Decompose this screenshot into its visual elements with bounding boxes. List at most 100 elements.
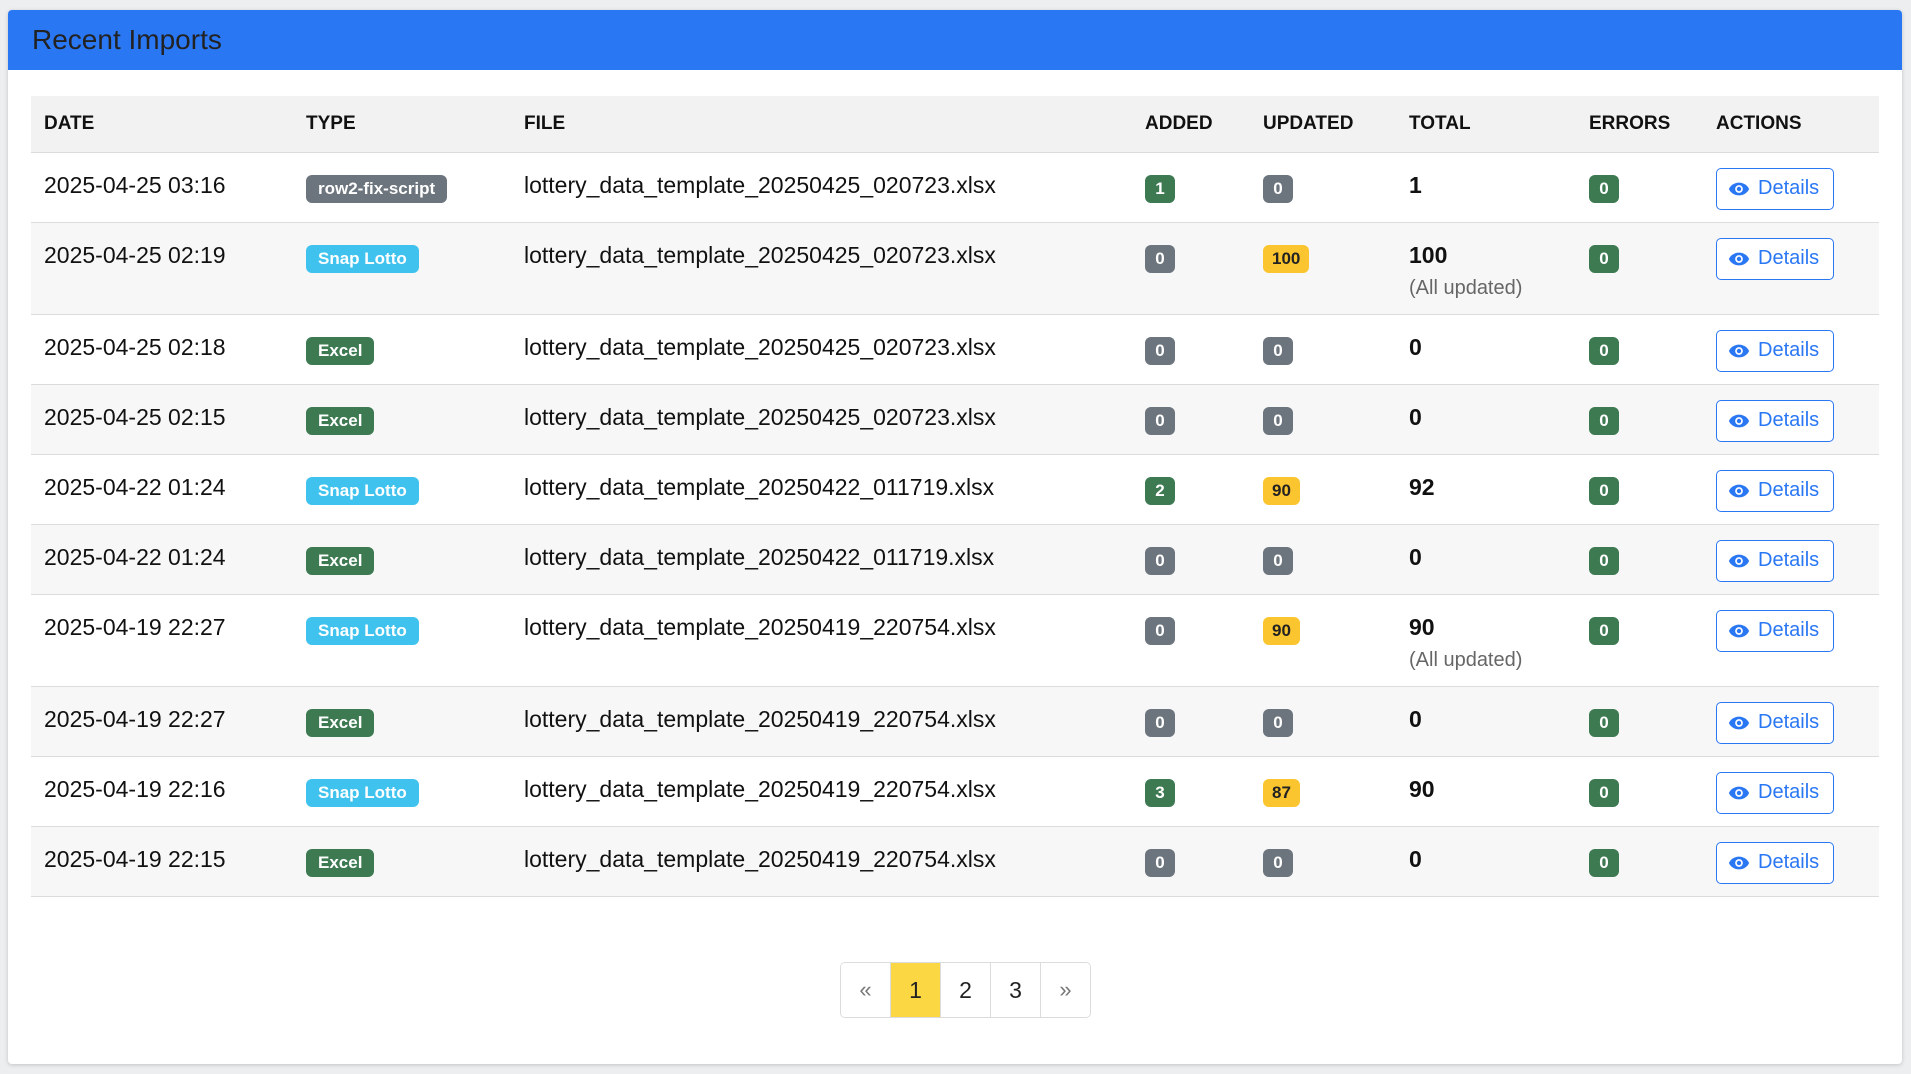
date-cell: 2025-04-19 22:27 (31, 686, 293, 757)
total-note: (All updated) (1409, 276, 1523, 299)
errors-badge: 0 (1589, 848, 1619, 877)
errors-badge: 0 (1589, 778, 1619, 807)
added-cell: 0 (1132, 524, 1250, 595)
updated-cell: 87 (1250, 756, 1396, 827)
file-name: lottery_data_template_20250419_220754.xl… (524, 775, 996, 802)
table-row: 2025-04-19 22:15 Excel lottery_data_templa… (31, 826, 1879, 897)
date-text: 2025-04-25 02:19 (44, 241, 226, 268)
updated-cell: 0 (1250, 686, 1396, 757)
actions-cell: Details (1703, 454, 1879, 525)
details-button[interactable]: Details (1716, 841, 1834, 884)
pagination-page-2[interactable]: 2 (940, 963, 990, 1017)
actions-cell: Details (1703, 222, 1879, 315)
total-cell: 90 (All updated) (1396, 594, 1576, 687)
total-value: 0 (1409, 333, 1422, 360)
eye-icon (1728, 413, 1750, 429)
file-name: lottery_data_template_20250425_020723.xl… (524, 241, 996, 268)
updated-badge: 0 (1263, 406, 1293, 435)
details-button[interactable]: Details (1716, 469, 1834, 512)
errors-cell: 0 (1576, 594, 1703, 687)
file-name: lottery_data_template_20250422_011719.xl… (524, 473, 995, 500)
details-label: Details (1758, 851, 1820, 873)
pagination-page-1[interactable]: 1 (890, 963, 940, 1017)
pagination-next[interactable]: » (1040, 963, 1090, 1017)
total-cell: 0 (1396, 826, 1576, 897)
details-label: Details (1758, 409, 1820, 431)
added-badge: 0 (1145, 244, 1175, 273)
date-cell: 2025-04-25 03:16 (31, 152, 293, 223)
updated-badge: 0 (1263, 174, 1293, 203)
imports-table-wrapper: DATE TYPE FILE ADDED UPDATED TOTAL ERROR… (31, 96, 1879, 897)
added-badge: 2 (1145, 476, 1175, 505)
file-name: lottery_data_template_20250419_220754.xl… (524, 705, 996, 732)
details-label: Details (1758, 177, 1820, 199)
date-cell: 2025-04-19 22:15 (31, 826, 293, 897)
details-button[interactable]: Details (1716, 609, 1834, 652)
errors-badge: 0 (1589, 406, 1619, 435)
file-name: lottery_data_template_20250419_220754.xl… (524, 845, 996, 872)
file-cell: lottery_data_template_20250419_220754.xl… (511, 686, 1132, 757)
errors-cell: 0 (1576, 826, 1703, 897)
added-cell: 2 (1132, 454, 1250, 525)
card-title: Recent Imports (32, 24, 222, 55)
pagination-page-3[interactable]: 3 (990, 963, 1040, 1017)
type-badge: row2-fix-script (306, 174, 448, 203)
pagination-prev[interactable]: « (841, 963, 890, 1017)
table-row: 2025-04-22 01:24 Excel lottery_data_templa… (31, 524, 1879, 595)
actions-cell: Details (1703, 314, 1879, 385)
date-text: 2025-04-19 22:27 (44, 705, 226, 732)
details-button[interactable]: Details (1716, 329, 1834, 372)
table-row: 2025-04-19 22:27 Excel lottery_data_templa… (31, 686, 1879, 757)
date-text: 2025-04-22 01:24 (44, 473, 226, 500)
table-header-row: DATE TYPE FILE ADDED UPDATED TOTAL ERROR… (31, 96, 1879, 153)
date-text: 2025-04-19 22:15 (44, 845, 226, 872)
total-note: (All updated) (1409, 648, 1523, 671)
updated-badge: 0 (1263, 708, 1293, 737)
details-label: Details (1758, 711, 1820, 733)
total-value: 0 (1409, 543, 1422, 570)
eye-icon (1728, 483, 1750, 499)
table-row: 2025-04-22 01:24 Snap Lotto lottery_data_t… (31, 454, 1879, 525)
date-cell: 2025-04-25 02:18 (31, 314, 293, 385)
details-button[interactable]: Details (1716, 539, 1834, 582)
details-button[interactable]: Details (1716, 771, 1834, 814)
updated-badge: 87 (1263, 778, 1300, 807)
total-value: 90 (1409, 613, 1435, 640)
type-badge: Excel (306, 708, 375, 737)
imports-table: DATE TYPE FILE ADDED UPDATED TOTAL ERROR… (31, 96, 1879, 897)
column-header-total: TOTAL (1396, 96, 1576, 153)
errors-badge: 0 (1589, 174, 1619, 203)
details-button[interactable]: Details (1716, 237, 1834, 280)
date-text: 2025-04-25 02:18 (44, 333, 226, 360)
file-cell: lottery_data_template_20250422_011719.xl… (511, 454, 1132, 525)
added-cell: 0 (1132, 594, 1250, 687)
total-value: 100 (1409, 241, 1448, 268)
added-badge: 0 (1145, 546, 1175, 575)
errors-badge: 0 (1589, 336, 1619, 365)
total-cell: 92 (1396, 454, 1576, 525)
column-header-file: FILE (511, 96, 1132, 153)
type-cell: Excel (293, 314, 511, 385)
table-row: 2025-04-25 02:19 Snap Lotto lottery_data_t… (31, 222, 1879, 315)
eye-icon (1728, 785, 1750, 801)
added-badge: 0 (1145, 708, 1175, 737)
table-row: 2025-04-19 22:27 Snap Lotto lottery_data_t… (31, 594, 1879, 687)
details-button[interactable]: Details (1716, 167, 1834, 210)
details-label: Details (1758, 339, 1820, 361)
total-cell: 1 (1396, 152, 1576, 223)
type-cell: Snap Lotto (293, 594, 511, 687)
updated-cell: 0 (1250, 524, 1396, 595)
added-badge: 0 (1145, 336, 1175, 365)
type-badge: Excel (306, 336, 375, 365)
details-button[interactable]: Details (1716, 701, 1834, 744)
eye-icon (1728, 715, 1750, 731)
type-badge: Snap Lotto (306, 244, 419, 273)
updated-badge: 100 (1263, 244, 1310, 273)
details-button[interactable]: Details (1716, 399, 1834, 442)
actions-cell: Details (1703, 756, 1879, 827)
errors-badge: 0 (1589, 476, 1619, 505)
updated-cell: 0 (1250, 314, 1396, 385)
eye-icon (1728, 343, 1750, 359)
total-cell: 0 (1396, 384, 1576, 455)
added-cell: 0 (1132, 314, 1250, 385)
